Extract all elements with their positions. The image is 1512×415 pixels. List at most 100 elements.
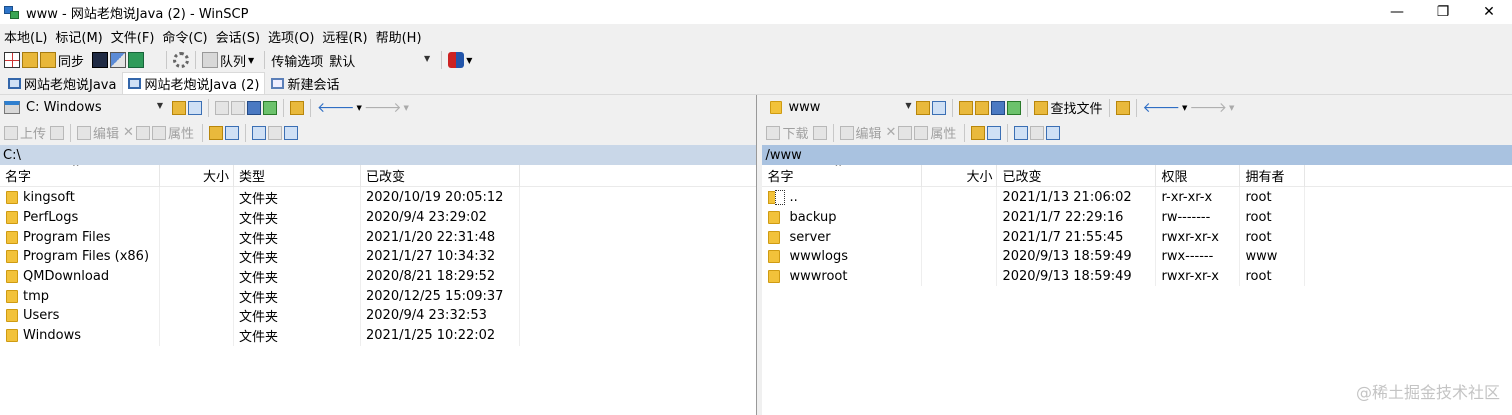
new-folder-icon[interactable]: [971, 125, 986, 140]
menu-help[interactable]: 帮助(H): [376, 27, 422, 46]
home-icon[interactable]: [991, 100, 1006, 115]
column-size[interactable]: 大小: [160, 164, 234, 187]
back-dropdown-icon[interactable]: ▼: [1182, 104, 1187, 112]
delete-icon[interactable]: ✕: [123, 125, 134, 140]
menu-session[interactable]: 会话(S): [216, 27, 260, 46]
table-row[interactable]: QMDownload 文件夹 2020/8/21 18:29:52: [0, 267, 756, 287]
new-file-icon[interactable]: [987, 125, 1002, 140]
download-options-icon[interactable]: [812, 125, 827, 140]
filter-select-icon[interactable]: [1046, 125, 1061, 140]
column-rights[interactable]: 权限: [1156, 164, 1241, 187]
menu-bar: 本地(L) 标记(M) 文件(F) 命令(C) 会话(S) 选项(O) 远程(R…: [0, 24, 1512, 48]
column-owner[interactable]: 拥有者: [1240, 164, 1306, 187]
tab-session-1[interactable]: 网站老炮说Java: [2, 72, 122, 94]
edit-button[interactable]: 编辑: [839, 123, 882, 142]
unselect-icon[interactable]: [1030, 125, 1045, 140]
parent-directory-icon[interactable]: [215, 100, 229, 115]
rename-icon[interactable]: [898, 125, 913, 140]
remote-directory-select[interactable]: www ▼: [784, 98, 914, 117]
find-files-icon[interactable]: [40, 52, 56, 68]
forward-icon[interactable]: 🡒: [364, 99, 402, 116]
back-dropdown-icon[interactable]: ▼: [357, 104, 362, 112]
minimize-button[interactable]: —: [1374, 0, 1420, 24]
synchronize-browsing-icon[interactable]: [22, 52, 38, 68]
tab-session-2[interactable]: 网站老炮说Java (2): [122, 72, 266, 94]
queue-dropdown-icon[interactable]: ▼: [248, 56, 254, 65]
table-row[interactable]: server 2021/1/7 21:55:45 rwxr-xr-x root: [762, 227, 1512, 247]
edit-button[interactable]: 编辑: [77, 123, 119, 142]
queue-icon[interactable]: [202, 52, 219, 68]
table-row[interactable]: Users 文件夹 2020/9/4 23:32:53: [0, 306, 756, 326]
find-files-icon[interactable]: [1034, 100, 1049, 115]
table-row[interactable]: backup 2021/1/7 22:29:16 rw------- root: [762, 208, 1512, 228]
unselect-icon[interactable]: [267, 125, 282, 140]
rename-icon[interactable]: [135, 125, 150, 140]
forward-dropdown-icon[interactable]: ▼: [1229, 104, 1234, 112]
sync-button[interactable]: 同步: [58, 51, 84, 70]
root-directory-icon[interactable]: [975, 100, 990, 115]
refresh-icon[interactable]: [1007, 100, 1022, 115]
column-changed[interactable]: 已改变: [997, 164, 1157, 187]
properties-button[interactable]: 属性: [151, 123, 194, 142]
find-files-button[interactable]: 查找文件: [1050, 98, 1102, 117]
filter-select-icon[interactable]: [283, 125, 298, 140]
table-row[interactable]: wwwlogs 2020/9/13 18:59:49 rwx------ www: [762, 247, 1512, 267]
menu-options[interactable]: 选项(O): [268, 27, 314, 46]
open-directory-icon[interactable]: [172, 100, 186, 115]
title-bar: www - 网站老炮说Java (2) - WinSCP — ❐ ✕: [0, 0, 1512, 24]
column-type[interactable]: 类型: [234, 164, 361, 187]
forward-dropdown-icon[interactable]: ▼: [403, 104, 408, 112]
local-drive-select[interactable]: C: Windows ▼: [22, 98, 166, 117]
keep-up-to-date-icon[interactable]: [128, 52, 145, 68]
new-file-icon[interactable]: [224, 125, 239, 140]
connection-dropdown-icon[interactable]: ▼: [466, 56, 472, 65]
open-directory-icon[interactable]: [916, 100, 931, 115]
transfer-preset-select[interactable]: 默认 ▼: [325, 51, 433, 70]
back-icon[interactable]: 🡐: [317, 99, 355, 116]
filter-icon[interactable]: [188, 100, 202, 115]
table-row[interactable]: kingsoft 文件夹 2020/10/19 20:05:12: [0, 188, 756, 208]
refresh-icon[interactable]: [263, 100, 277, 115]
preferences-icon[interactable]: [173, 52, 190, 68]
menu-files[interactable]: 文件(F): [111, 27, 155, 46]
menu-commands[interactable]: 命令(C): [162, 27, 207, 46]
delete-icon[interactable]: ✕: [886, 125, 897, 140]
table-row[interactable]: Windows 文件夹 2021/1/25 10:22:02: [0, 326, 756, 346]
new-folder-icon[interactable]: [208, 125, 223, 140]
upload-button[interactable]: 上传: [4, 123, 46, 142]
connection-icon[interactable]: [448, 52, 465, 68]
column-name[interactable]: 名字 ^: [762, 164, 923, 187]
root-directory-icon[interactable]: [231, 100, 245, 115]
forward-icon[interactable]: 🡒: [1189, 99, 1227, 116]
select-all-icon[interactable]: [251, 125, 266, 140]
console-icon[interactable]: [92, 52, 109, 68]
queue-button[interactable]: 队列: [220, 51, 246, 70]
table-row[interactable]: Program Files 文件夹 2021/1/20 22:31:48: [0, 227, 756, 247]
table-row[interactable]: PerfLogs 文件夹 2020/9/4 23:29:02: [0, 208, 756, 228]
select-all-icon[interactable]: [1014, 125, 1029, 140]
table-row[interactable]: Program Files (x86) 文件夹 2021/1/27 10:34:32: [0, 247, 756, 267]
menu-mark[interactable]: 标记(M): [55, 27, 102, 46]
upload-options-icon[interactable]: [50, 125, 65, 140]
tree-icon[interactable]: [290, 100, 304, 115]
column-size[interactable]: 大小: [922, 164, 998, 187]
restore-button[interactable]: ❐: [1420, 0, 1466, 24]
close-button[interactable]: ✕: [1466, 0, 1512, 24]
putty-icon[interactable]: [110, 52, 127, 68]
menu-local[interactable]: 本地(L): [4, 27, 47, 46]
column-changed[interactable]: 已改变: [361, 164, 520, 187]
menu-remote[interactable]: 远程(R): [322, 27, 367, 46]
properties-button[interactable]: 属性: [914, 123, 956, 142]
compare-directories-icon[interactable]: [4, 52, 20, 68]
back-icon[interactable]: 🡐: [1143, 99, 1181, 116]
parent-directory-icon[interactable]: [959, 100, 974, 115]
tree-icon[interactable]: [1115, 100, 1130, 115]
tab-new-session[interactable]: 新建会话: [265, 72, 345, 94]
filter-icon[interactable]: [932, 100, 947, 115]
table-row[interactable]: tmp 文件夹 2020/12/25 15:09:37: [0, 286, 756, 306]
table-row[interactable]: .. 2021/1/13 21:06:02 r-xr-xr-x root: [762, 188, 1512, 208]
home-icon[interactable]: [247, 100, 261, 115]
column-name[interactable]: 名字 ^: [0, 164, 160, 187]
download-button[interactable]: 下载: [766, 123, 809, 142]
table-row[interactable]: wwwroot 2020/9/13 18:59:49 rwxr-xr-x root: [762, 267, 1512, 287]
